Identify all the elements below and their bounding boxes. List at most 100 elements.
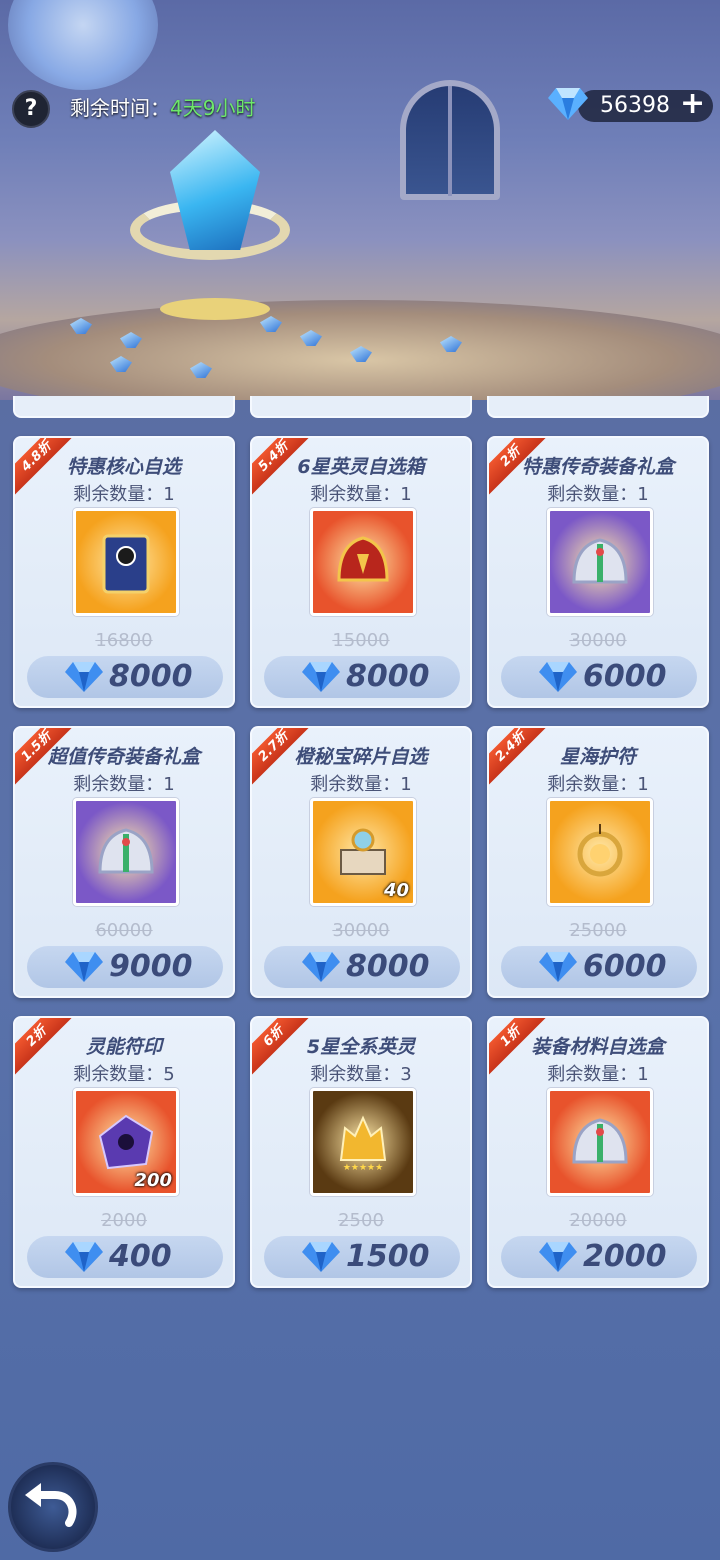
buy-button[interactable]: 6000 (501, 656, 697, 698)
armor-set-icon (572, 1118, 628, 1164)
sale-price: 6000 (583, 949, 667, 984)
item-name: 超值传奇装备礼盒 (47, 746, 200, 768)
diamond-icon (302, 1242, 340, 1272)
buy-button[interactable]: 400 (27, 1236, 223, 1278)
remaining-stock: 剩余数量：1 (547, 774, 649, 795)
original-price: 20000 (569, 1210, 627, 1231)
rosette-window (8, 0, 158, 90)
time-value: 4天9小时 (170, 96, 256, 120)
buy-button[interactable]: 8000 (27, 656, 223, 698)
original-price: 16800 (95, 630, 153, 651)
shop-item-card[interactable]: 1.5折 超值传奇装备礼盒 剩余数量：1 60000 9000 (13, 726, 235, 998)
armor-set-icon (572, 538, 628, 584)
original-price: 2500 (338, 1210, 384, 1231)
buy-button[interactable]: 8000 (264, 946, 460, 988)
diamond-icon (65, 662, 103, 692)
original-price: 25000 (569, 920, 627, 941)
buy-button[interactable]: 2000 (501, 1236, 697, 1278)
item-icon-frame (547, 798, 653, 906)
remaining-stock: 剩余数量：1 (310, 774, 412, 795)
item-icon-frame (73, 508, 179, 616)
shop-item-card[interactable]: 6折 5星全系英灵 剩余数量：3 ★★★★★ 2500 1500 (250, 1016, 472, 1288)
arched-window (400, 80, 500, 200)
item-quantity: 40 (383, 880, 409, 901)
shop-item-card[interactable]: 2折 特惠传奇装备礼盒 剩余数量：1 30000 6000 (487, 436, 709, 708)
hero-banner (0, 0, 720, 400)
item-icon-frame: 40 (310, 798, 416, 906)
original-price: 30000 (569, 630, 627, 651)
item-icon-frame (73, 798, 179, 906)
item-name: 5星全系英灵 (306, 1036, 416, 1058)
time-label: 剩余时间： (70, 96, 170, 120)
sale-price: 1500 (346, 1239, 430, 1274)
remaining-stock: 剩余数量：1 (310, 484, 412, 505)
remaining-stock: 剩余数量：3 (310, 1064, 412, 1085)
item-quantity: 200 (134, 1170, 172, 1191)
shop-item-card[interactable]: 2.4折 星海护符 剩余数量：1 25000 6000 (487, 726, 709, 998)
card-pack-icon (102, 534, 150, 594)
amulet-icon (577, 824, 623, 877)
item-name: 6星英灵自选箱 (297, 456, 425, 478)
item-icon-frame: ★★★★★ (310, 1088, 416, 1196)
golden-hero-icon: ★★★★★ (339, 1115, 387, 1173)
purple-seal-icon (98, 1114, 154, 1170)
diamond-icon (302, 662, 340, 692)
help-button[interactable]: ? (12, 90, 50, 128)
question-icon: ? (24, 96, 38, 121)
red-helmet-icon (337, 536, 389, 582)
item-name: 特惠核心自选 (66, 456, 181, 478)
remaining-stock: 剩余数量：1 (547, 1064, 649, 1085)
diamond-icon (302, 952, 340, 982)
sale-price: 9000 (109, 949, 193, 984)
partial-card (13, 396, 235, 418)
diamond-icon (539, 952, 577, 982)
back-arrow-icon (25, 1483, 77, 1527)
remaining-time: 剩余时间：4天9小时 (70, 92, 255, 121)
item-name: 特惠传奇装备礼盒 (521, 456, 674, 478)
crystal-pedestal (160, 298, 270, 320)
sale-price: 8000 (109, 659, 193, 694)
shop-item-card[interactable]: 2折 灵能符印 剩余数量：5 200 2000 400 (13, 1016, 235, 1288)
item-name: 橙秘宝碎片自选 (294, 746, 428, 768)
sale-price: 2000 (583, 1239, 667, 1274)
partial-card (487, 396, 709, 418)
item-icon-frame (310, 508, 416, 616)
buy-button[interactable]: 8000 (264, 656, 460, 698)
plus-icon[interactable]: + (680, 89, 705, 119)
item-icon-frame (547, 1088, 653, 1196)
svg-text:★★★★★: ★★★★★ (343, 1163, 383, 1173)
shop-item-card[interactable]: 4.8折 特惠核心自选 剩余数量：1 16800 8000 (13, 436, 235, 708)
sale-price: 6000 (583, 659, 667, 694)
diamond-amount: 56398 (600, 93, 670, 118)
sale-price: 400 (109, 1239, 172, 1274)
item-icon-frame: 200 (73, 1088, 179, 1196)
item-name: 灵能符印 (85, 1036, 162, 1058)
diamond-icon (65, 952, 103, 982)
item-icon-frame (547, 508, 653, 616)
diamond-icon (65, 1242, 103, 1272)
original-price: 15000 (332, 630, 390, 651)
original-price: 30000 (332, 920, 390, 941)
remaining-stock: 剩余数量：1 (547, 484, 649, 505)
sale-price: 8000 (346, 659, 430, 694)
diamond-balance: 56398 + (548, 86, 713, 124)
armor-set-icon (98, 828, 154, 874)
sale-price: 8000 (346, 949, 430, 984)
original-price: 2000 (101, 1210, 147, 1231)
remaining-stock: 剩余数量：1 (73, 484, 175, 505)
original-price: 60000 (95, 920, 153, 941)
diamond-icon (539, 1242, 577, 1272)
buy-button[interactable]: 1500 (264, 1236, 460, 1278)
back-button[interactable] (8, 1462, 98, 1552)
remaining-stock: 剩余数量：1 (73, 774, 175, 795)
buy-button[interactable]: 6000 (501, 946, 697, 988)
item-name: 星海护符 (559, 746, 636, 768)
remaining-stock: 剩余数量：5 (73, 1064, 175, 1085)
shop-item-card[interactable]: 1折 装备材料自选盒 剩余数量：1 20000 2000 (487, 1016, 709, 1288)
shop-item-card[interactable]: 2.7折 橙秘宝碎片自选 剩余数量：1 40 30000 8000 (250, 726, 472, 998)
buy-button[interactable]: 9000 (27, 946, 223, 988)
partial-card (250, 396, 472, 418)
diamond-icon (539, 662, 577, 692)
shop-item-card[interactable]: 5.4折 6星英灵自选箱 剩余数量：1 15000 8000 (250, 436, 472, 708)
diamond-icon (548, 88, 588, 120)
